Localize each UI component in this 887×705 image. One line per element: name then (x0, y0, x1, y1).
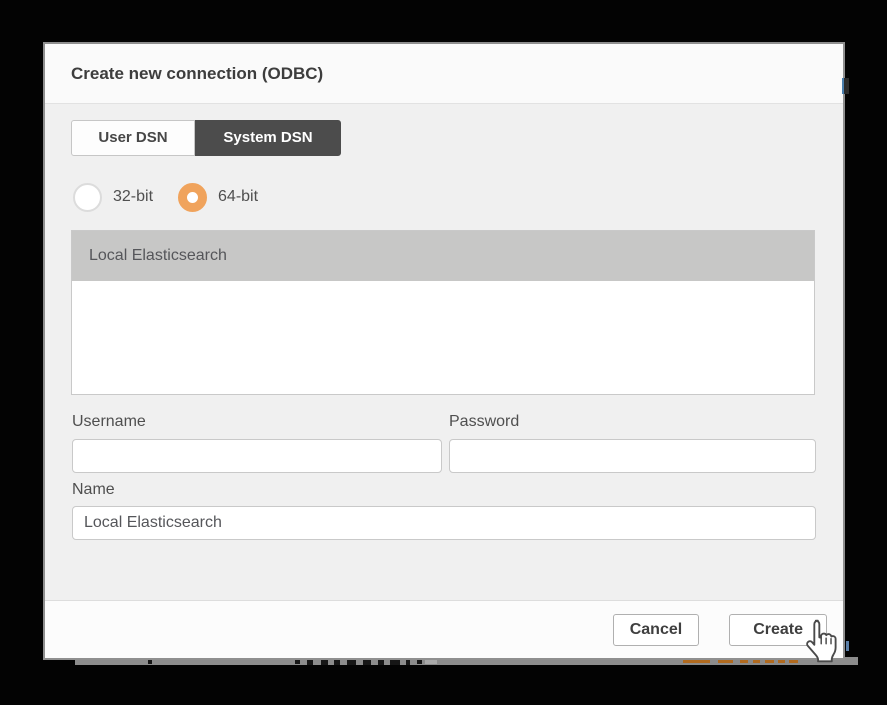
cancel-button[interactable]: Cancel (612, 613, 700, 646)
radio-option-64bit[interactable]: 64-bit (178, 182, 259, 212)
radio-32bit-label: 32-bit (113, 188, 154, 205)
obscured-scrollbar-fragment (842, 78, 849, 94)
obscured-text-fragment (148, 660, 152, 664)
dialog-footer: Cancel Create (45, 600, 843, 658)
modal-overlay: Create new connection (ODBC) User DSN Sy… (0, 0, 887, 705)
dialog-header: Create new connection (ODBC) (45, 44, 843, 104)
password-input[interactable] (449, 439, 816, 473)
username-label: Username (72, 413, 146, 430)
create-button[interactable]: Create (729, 613, 827, 646)
radio-64bit-circle (178, 182, 208, 212)
create-connection-dialog: Create new connection (ODBC) User DSN Sy… (43, 42, 845, 660)
name-label: Name (72, 481, 115, 498)
tab-system-dsn[interactable]: System DSN (195, 120, 341, 156)
username-input[interactable] (72, 439, 442, 473)
radio-64bit-label: 64-bit (218, 188, 259, 205)
password-label: Password (449, 413, 520, 430)
tab-user-dsn[interactable]: User DSN (71, 120, 195, 156)
radio-32bit-circle (73, 182, 102, 212)
dialog-title: Create new connection (ODBC) (71, 64, 324, 83)
obscured-text-fragment (417, 660, 422, 664)
bitness-radio-group: 32-bit 64-bit (73, 182, 258, 212)
dsn-tab-group: User DSN System DSN (71, 120, 341, 156)
obscured-page-edge-mark (846, 641, 849, 651)
name-input[interactable] (72, 506, 816, 540)
dsn-list: Local Elasticsearch (71, 230, 815, 395)
dsn-list-item-local-elasticsearch[interactable]: Local Elasticsearch (72, 231, 814, 281)
radio-option-32bit[interactable]: 32-bit (73, 182, 154, 212)
